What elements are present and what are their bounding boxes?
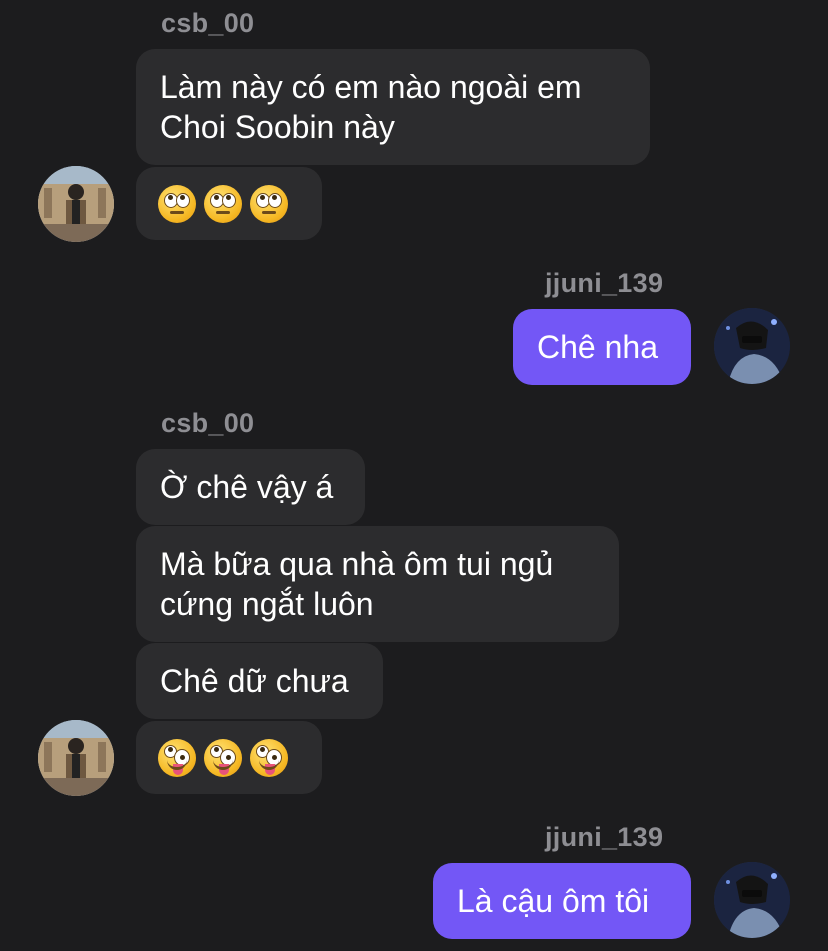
avatar-photo [714,862,790,938]
avatar[interactable] [714,862,790,938]
message-bubble[interactable]: Làm này có em nào ngoài em Choi Soobin n… [136,49,650,165]
avatar-photo [38,720,114,796]
message-text: Làm này có em nào ngoài em Choi Soobin n… [160,69,582,145]
message-bubble[interactable]: Chê dữ chưa [136,643,383,719]
sender-name: jjuni_139 [545,268,664,298]
zany-face-icon [204,738,242,777]
message-bubble[interactable]: Ờ chê vậy á [136,449,365,525]
message-text: Là cậu ôm tôi [457,883,650,919]
emoji-message[interactable] [136,721,322,794]
avatar[interactable] [38,166,114,242]
message-text: Mà bữa qua nhà ôm tui ngủ cứng ngắt luôn [160,546,554,622]
message-bubble[interactable]: Chê nha [513,309,691,385]
face-with-rolling-eyes-icon [204,184,242,223]
emoji-message[interactable] [136,167,322,240]
sender-name: csb_00 [161,8,255,38]
zany-face-icon [158,738,196,777]
avatar[interactable] [714,308,790,384]
sender-name: jjuni_139 [545,822,664,852]
message-text: Chê dữ chưa [160,663,349,699]
avatar[interactable] [38,720,114,796]
zany-face-icon [250,738,288,777]
message-bubble[interactable]: Mà bữa qua nhà ôm tui ngủ cứng ngắt luôn [136,526,619,642]
message-bubble[interactable]: Là cậu ôm tôi [433,863,691,939]
message-text: Chê nha [537,329,658,365]
avatar-photo [38,166,114,242]
avatar-photo [714,308,790,384]
sender-name: csb_00 [161,408,255,438]
face-with-rolling-eyes-icon [158,184,196,223]
face-with-rolling-eyes-icon [250,184,288,223]
message-text: Ờ chê vậy á [160,469,334,505]
